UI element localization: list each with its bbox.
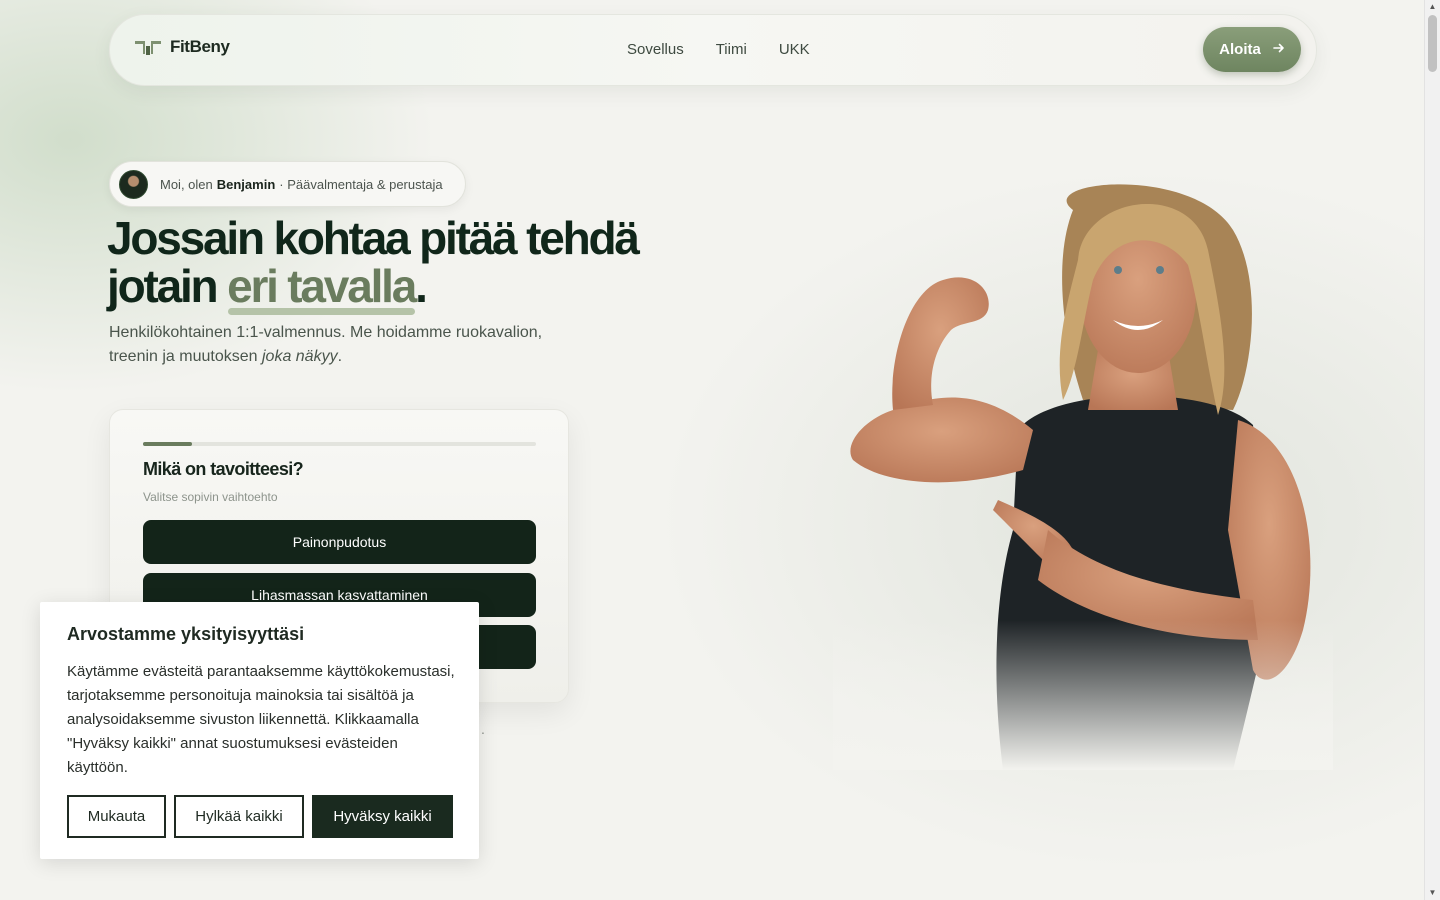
hero-title-line1: Jossain kohtaa pitää tehdä (107, 212, 640, 264)
hero-title: Jossain kohtaa pitää tehdä jotain eri ta… (107, 212, 640, 315)
logo-icon (134, 37, 162, 57)
scroll-down-icon[interactable]: ▼ (1425, 886, 1440, 900)
hero-subtitle-end: . (337, 348, 343, 365)
quiz-hint: Valitse sopivin vaihtoehto (143, 490, 278, 504)
intro-greeting: Moi, olen (160, 176, 213, 192)
cookie-accept-button[interactable]: Hyväksy kaikki (312, 795, 453, 838)
logo[interactable]: FitBeny (134, 37, 230, 57)
quiz-progress-bar (143, 442, 536, 446)
cookie-title: Arvostamme yksityisyyttäsi (67, 624, 305, 644)
goal-option-weight-loss[interactable]: Painonpudotus (143, 520, 536, 564)
scrollbar-thumb[interactable] (1428, 15, 1437, 72)
start-button-label: Aloita (1219, 41, 1261, 58)
intro-pill: Moi, olen Benjamin · Päävalmentaja & per… (109, 161, 466, 207)
scrollbar[interactable]: ▲ ▼ (1424, 0, 1440, 900)
arrow-right-icon (1273, 41, 1285, 58)
quiz-question: Mikä on tavoitteesi? (143, 459, 304, 479)
nav-links: Sovellus Tiimi UKK (627, 41, 810, 58)
cookie-reject-button[interactable]: Hylkää kaikki (174, 795, 304, 838)
coach-hero-image (833, 170, 1333, 770)
nav-link-sovellus[interactable]: Sovellus (627, 41, 684, 58)
hero-subtitle: Henkilökohtainen 1:1-valmennus. Me hoida… (109, 321, 589, 369)
start-button[interactable]: Aloita (1203, 27, 1301, 72)
navbar: FitBeny Sovellus Tiimi UKK Aloita (109, 14, 1317, 86)
hero-title-period: . (415, 260, 428, 312)
intro-role: · Päävalmentaja & perustaja (279, 176, 443, 192)
scroll-up-icon[interactable]: ▲ (1425, 0, 1440, 14)
hero-title-highlight: eri tavalla (227, 260, 417, 315)
cookie-customize-button[interactable]: Mukauta (67, 795, 166, 838)
nav-link-tiimi[interactable]: Tiimi (716, 41, 747, 58)
cookie-consent-dialog: Arvostamme yksityisyyttäsi Käytämme eväs… (40, 602, 479, 859)
brand-name: FitBeny (170, 37, 230, 56)
nav-link-ukk[interactable]: UKK (779, 41, 810, 58)
quiz-progress-fill (143, 442, 193, 446)
cookie-body: Käytämme evästeitä parantaaksemme käyttö… (67, 663, 455, 776)
avatar (119, 169, 148, 199)
partial-text: . (481, 721, 485, 737)
intro-name: Benjamin (216, 176, 276, 192)
hero-subtitle-emphasis: joka näkyy (261, 348, 338, 365)
hero-title-line2: jotain (107, 260, 219, 312)
